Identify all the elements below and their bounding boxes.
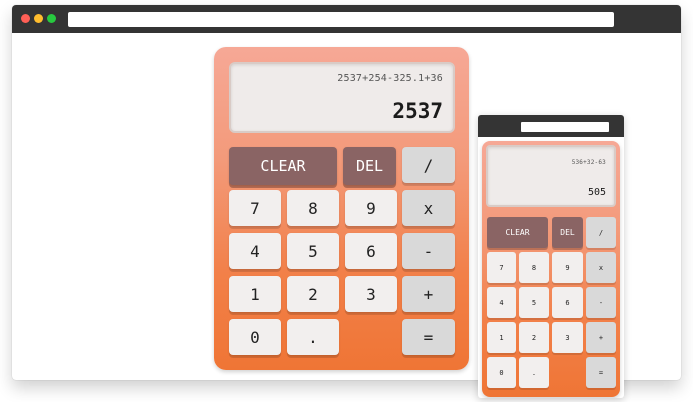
mobile-expression-text: 536+32-63 <box>571 159 606 166</box>
mobile-digit-1-button[interactable]: 1 <box>487 322 516 353</box>
digit-4-button[interactable]: 4 <box>229 233 281 269</box>
mobile-calculator: 536+32-63 505 CLEAR DEL / 7 8 9 x 4 5 6 … <box>482 141 620 397</box>
mobile-digit-0-button[interactable]: 0 <box>487 357 516 388</box>
mobile-digit-4-button[interactable]: 4 <box>487 287 516 318</box>
mobile-divide-button[interactable]: / <box>586 217 616 248</box>
digit-0-button[interactable]: 0 <box>229 319 281 355</box>
divide-button[interactable]: / <box>402 147 455 183</box>
equals-button[interactable]: = <box>402 319 455 355</box>
subtract-button[interactable]: - <box>402 233 455 269</box>
mobile-address-bar[interactable] <box>521 122 609 132</box>
mobile-browser-frame: 536+32-63 505 CLEAR DEL / 7 8 9 x 4 5 6 … <box>478 115 624 398</box>
multiply-button[interactable]: x <box>402 190 455 226</box>
digit-3-button[interactable]: 3 <box>345 276 397 312</box>
desktop-calculator: 2537+254-325.1+36 2537 CLEAR DEL / 7 8 9… <box>214 47 469 370</box>
mobile-calculator-display: 536+32-63 505 <box>486 145 616 207</box>
digit-8-button[interactable]: 8 <box>287 190 339 226</box>
maximize-window-dot[interactable] <box>47 14 56 23</box>
browser-toolbar <box>12 5 681 33</box>
address-bar[interactable] <box>68 12 614 27</box>
mobile-digit-7-button[interactable]: 7 <box>487 252 516 283</box>
clear-button[interactable]: CLEAR <box>229 147 337 185</box>
mobile-digit-3-button[interactable]: 3 <box>552 322 583 353</box>
mobile-browser-toolbar <box>478 115 624 137</box>
mobile-result-text: 505 <box>587 187 606 198</box>
add-button[interactable]: + <box>402 276 455 312</box>
mobile-decimal-point-button[interactable]: . <box>519 357 549 388</box>
mobile-add-button[interactable]: + <box>586 322 616 353</box>
calculator-display: 2537+254-325.1+36 2537 <box>229 62 455 133</box>
mobile-equals-button[interactable]: = <box>586 357 616 388</box>
mobile-delete-button[interactable]: DEL <box>552 217 583 248</box>
mobile-clear-button[interactable]: CLEAR <box>487 217 548 248</box>
mobile-multiply-button[interactable]: x <box>586 252 616 283</box>
delete-button[interactable]: DEL <box>343 147 396 185</box>
mobile-subtract-button[interactable]: - <box>586 287 616 318</box>
mobile-digit-9-button[interactable]: 9 <box>552 252 583 283</box>
mobile-digit-8-button[interactable]: 8 <box>519 252 549 283</box>
digit-7-button[interactable]: 7 <box>229 190 281 226</box>
expression-text: 2537+254-325.1+36 <box>337 73 443 84</box>
mobile-digit-6-button[interactable]: 6 <box>552 287 583 318</box>
result-text: 2537 <box>392 99 443 123</box>
digit-1-button[interactable]: 1 <box>229 276 281 312</box>
mobile-digit-5-button[interactable]: 5 <box>519 287 549 318</box>
digit-5-button[interactable]: 5 <box>287 233 339 269</box>
minimize-window-dot[interactable] <box>34 14 43 23</box>
digit-9-button[interactable]: 9 <box>345 190 397 226</box>
decimal-point-button[interactable]: . <box>287 319 339 355</box>
close-window-dot[interactable] <box>21 14 30 23</box>
digit-6-button[interactable]: 6 <box>345 233 397 269</box>
mobile-digit-2-button[interactable]: 2 <box>519 322 549 353</box>
digit-2-button[interactable]: 2 <box>287 276 339 312</box>
